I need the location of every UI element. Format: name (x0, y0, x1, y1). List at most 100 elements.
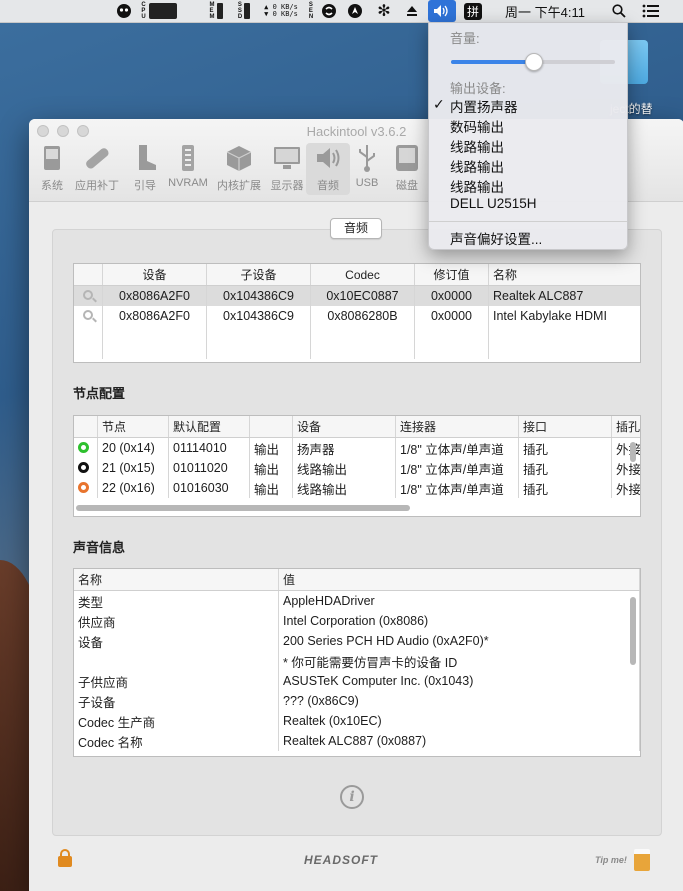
computer-icon (37, 143, 67, 173)
display-icon (272, 143, 302, 173)
table-row[interactable]: 20 (0x14) 01114010 输出 扬声器 1/8" 立体声/单声道 插… (74, 437, 640, 458)
column-header-name[interactable]: 名称 (74, 569, 279, 591)
volume-icon[interactable] (428, 0, 456, 22)
node-config-table[interactable]: 节点 默认配置 设备 连接器 接口 插孔 20 (0x14) 01114010 … (73, 415, 641, 517)
menu-item-line-output-1[interactable]: 线路输出 (450, 136, 504, 156)
cpu-label: CPU (141, 2, 146, 20)
audio-devices-table[interactable]: 设备 子设备 Codec 修订值 名称 0x8086A2F0 0x104386C… (73, 263, 641, 363)
cell-node: 20 (0x14) (97, 437, 169, 458)
table-row[interactable]: 子供应商 ASUSTeK Computer Inc. (0x1043) (74, 671, 640, 691)
magnifier-icon[interactable] (83, 310, 93, 320)
orange-jack-icon (78, 482, 89, 493)
tab-audio[interactable]: 音频 (306, 143, 350, 195)
paw-icon[interactable]: ✻ (374, 0, 394, 22)
tab-system[interactable]: 系统 (30, 143, 74, 195)
shazam-icon[interactable] (320, 0, 338, 22)
lock-icon[interactable] (58, 849, 72, 867)
sensor-monitor[interactable]: SEN (305, 0, 317, 22)
tab-audio-label: 音频 (317, 180, 339, 192)
column-header-node[interactable]: 节点 (97, 416, 169, 438)
cell-name: 供应商 (74, 611, 279, 631)
tab-boot-label: 引导 (134, 180, 156, 192)
search-icon[interactable] (608, 0, 630, 22)
ghost-icon[interactable] (114, 0, 134, 22)
column-header-device[interactable]: 设备 (102, 264, 207, 286)
column-header-port[interactable]: 接口 (518, 416, 612, 438)
network-monitor[interactable]: ▲ 0 KB/s ▼ 0 KB/s (258, 0, 304, 22)
table-row[interactable]: 子设备??? (0x86C9) (74, 691, 640, 711)
column-header-connector[interactable]: 连接器 (395, 416, 519, 438)
cell-value: AppleHDADriver (278, 590, 640, 611)
tab-usb[interactable]: USB (345, 143, 389, 195)
menu-item-line-output-3[interactable]: 线路输出 (450, 176, 504, 196)
cell-connector: 1/8" 立体声/单声道 (395, 437, 519, 458)
column-header-codec[interactable]: Codec (310, 264, 415, 286)
node-table-horizontal-scrollbar[interactable] (76, 505, 410, 511)
table-row[interactable]: Codec 生产商 Realtek (0x10EC) (74, 711, 640, 731)
volume-slider-fill (451, 60, 533, 64)
table-row[interactable]: 设备 200 Series PCH HD Audio (0xA2F0)* (74, 631, 640, 651)
menu-item-built-in-speakers[interactable]: 内置扬声器 (450, 96, 518, 116)
column-header-name[interactable]: 名称 (488, 264, 640, 286)
tab-disks[interactable]: 磁盘 (385, 143, 429, 195)
column-header-direction[interactable] (249, 416, 293, 438)
cell-name: Codec 生产商 (74, 711, 279, 731)
sound-info-title: 声音信息 (73, 540, 126, 555)
table-row[interactable]: 21 (0x15) 01011020 输出 线路输出 1/8" 立体声/单声道 … (74, 458, 640, 478)
tab-kexts[interactable]: 内核扩展 (217, 143, 261, 195)
table-row[interactable]: 22 (0x16) 01016030 输出 线路输出 1/8" 立体声/单声道 … (74, 478, 640, 498)
menu-item-sound-preferences[interactable]: 声音偏好设置... (450, 228, 542, 248)
list-icon[interactable] (639, 0, 663, 22)
tab-patches[interactable]: 应用补丁 (75, 143, 119, 195)
menubar-clock[interactable]: 周一 下午4:11 (498, 0, 592, 22)
beer-icon[interactable] (634, 849, 650, 871)
maps-icon[interactable] (346, 0, 364, 22)
table-header-row: 名称 值 (74, 569, 640, 591)
nvram-chip-icon (173, 143, 203, 173)
column-header-subdevice[interactable]: 子设备 (206, 264, 311, 286)
cell-revision: 0x0000 (414, 285, 489, 306)
cpu-monitor[interactable]: CPU (139, 0, 179, 22)
kext-cube-icon (224, 143, 254, 173)
info-button[interactable]: i (340, 785, 364, 809)
cell-port: 插孔 (518, 437, 612, 458)
table-row[interactable]: Codec 名称 Realtek ALC887 (0x0887) (74, 731, 640, 751)
tab-displays[interactable]: 显示器 (265, 143, 309, 195)
table-row[interactable]: 0x8086A2F0 0x104386C9 0x8086280B 0x0000 … (74, 306, 640, 326)
ssd-monitor[interactable]: SSD (232, 0, 256, 22)
volume-slider-knob[interactable] (525, 53, 543, 71)
table-row[interactable]: 供应商 Intel Corporation (0x8086) (74, 611, 640, 631)
cell-device: 线路输出 (292, 478, 396, 498)
column-header-revision[interactable]: 修订值 (414, 264, 489, 286)
column-header-device[interactable]: 设备 (292, 416, 396, 438)
tab-nvram[interactable]: NVRAM (166, 143, 210, 195)
table-row[interactable]: 类型 AppleHDADriver (74, 590, 640, 611)
column-header-default-config[interactable]: 默认配置 (168, 416, 250, 438)
menu-item-digital-output[interactable]: 数码输出 (450, 116, 504, 136)
cell-node: 22 (0x16) (97, 478, 169, 498)
boot-icon (130, 143, 160, 173)
black-jack-icon (78, 462, 89, 473)
table-row[interactable]: 0x8086A2F0 0x104386C9 0x10EC0887 0x0000 … (74, 285, 640, 306)
sound-info-table[interactable]: 名称 值 类型 AppleHDADriver 供应商 Intel Corporati… (73, 568, 641, 757)
magnifier-icon[interactable] (83, 290, 93, 300)
column-header-jack[interactable]: 插孔 (611, 416, 640, 438)
info-table-vertical-scrollbar[interactable] (630, 597, 636, 665)
tab-disks-label: 磁盘 (396, 180, 418, 192)
menu-item-line-output-2[interactable]: 线路输出 (450, 156, 504, 176)
tip-me-label[interactable]: Tip me! (595, 855, 627, 865)
cell-jack: 外接 (611, 478, 640, 498)
cell-device: 0x8086A2F0 (102, 306, 207, 326)
table-row[interactable]: * 你可能需要仿冒声卡的设备 ID (74, 651, 640, 671)
cell-port: 插孔 (518, 478, 612, 498)
node-table-vertical-scrollbar[interactable] (630, 442, 636, 462)
audio-segment-label[interactable]: 音频 (330, 218, 382, 239)
column-header-value[interactable]: 值 (278, 569, 640, 591)
menu-item-dell-monitor[interactable]: DELL U2515H (450, 196, 537, 211)
tab-boot[interactable]: 引导 (123, 143, 167, 195)
input-method-icon[interactable]: 拼 (462, 0, 484, 22)
cell-name: Intel Kabylake HDMI (493, 309, 607, 323)
eject-icon[interactable] (403, 0, 421, 22)
tab-kexts-label: 内核扩展 (217, 180, 261, 192)
memory-monitor[interactable]: MEM (204, 0, 228, 22)
